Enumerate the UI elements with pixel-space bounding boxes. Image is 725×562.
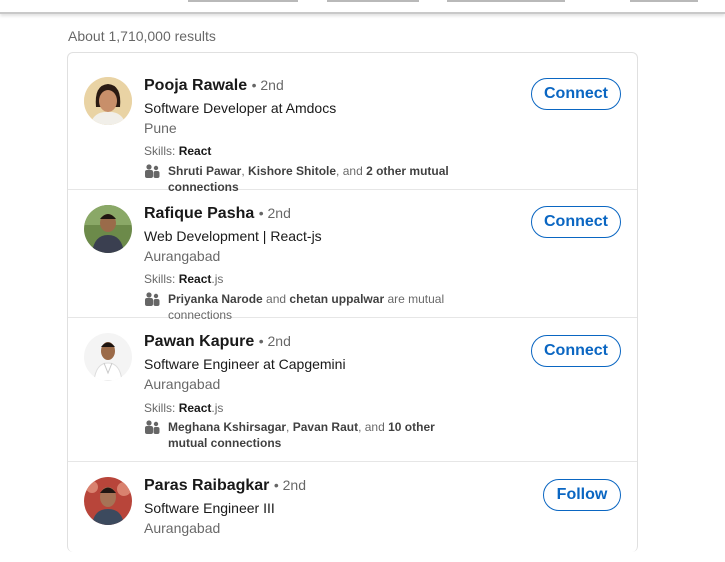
connect-button[interactable]: Connect [531, 206, 621, 238]
person-headline: Software Engineer III [144, 500, 275, 516]
person-name-text[interactable]: Pooja Rawale [144, 77, 247, 94]
mutual-name[interactable]: chetan uppalwar [289, 292, 384, 306]
person-headline: Software Engineer at Capgemini [144, 356, 346, 372]
person-name-text[interactable]: Pawan Kapure [144, 333, 254, 350]
connection-degree: • 2nd [258, 205, 291, 221]
nav-tab-underline [630, 0, 698, 2]
person-skills: Skills: React.js [144, 272, 223, 286]
person-skills: Skills: React [144, 144, 211, 158]
person-location: Aurangabad [144, 376, 221, 392]
skill-suffix: .js [211, 272, 224, 286]
mutual-name[interactable]: Kishore Shitole [248, 164, 336, 178]
connection-degree: • 2nd [258, 333, 291, 349]
avatar[interactable] [84, 77, 132, 125]
mutual-name[interactable]: Priyanka Narode [168, 292, 263, 306]
person-name[interactable]: Pooja Rawale • 2nd [144, 77, 284, 95]
search-results-card: Pooja Rawale • 2nd Software Developer at… [67, 52, 638, 552]
connect-button[interactable]: Connect [531, 335, 621, 367]
person-skills: Skills: React.js [144, 401, 223, 415]
connection-degree: • 2nd [251, 77, 284, 93]
connection-degree: • 2nd [273, 477, 307, 493]
avatar[interactable] [84, 333, 132, 381]
person-location: Pune [144, 120, 177, 136]
mutual-name[interactable]: Pavan Raut [293, 420, 358, 434]
avatar[interactable] [84, 205, 132, 253]
mutual-sep: , and [336, 164, 367, 178]
result-row: Paras Raibagkar • 2nd Software Engineer … [68, 462, 637, 562]
mutual-name[interactable]: Shruti Pawar [168, 164, 241, 178]
nav-tab-underline [327, 0, 419, 2]
person-name[interactable]: Rafique Pasha • 2nd [144, 205, 291, 223]
mutual-name[interactable]: Meghana Kshirsagar [168, 420, 286, 434]
person-name[interactable]: Pawan Kapure • 2nd [144, 333, 291, 351]
person-name[interactable]: Paras Raibagkar • 2nd [144, 477, 306, 495]
top-nav-bar [0, 0, 725, 14]
person-location: Aurangabad [144, 520, 221, 536]
skill-suffix: .js [211, 401, 224, 415]
result-row: Pawan Kapure • 2nd Software Engineer at … [68, 318, 637, 462]
mutual-sep: , [286, 420, 293, 434]
avatar[interactable] [84, 477, 132, 525]
mutual-sep: , and [358, 420, 389, 434]
mutual-connections[interactable]: Meghana Kshirsagar, Pavan Raut, and 10 o… [144, 419, 464, 451]
person-headline: Software Developer at Amdocs [144, 100, 337, 116]
connect-button[interactable]: Connect [531, 78, 621, 110]
skills-label: Skills: [144, 144, 176, 158]
skills-label: Skills: [144, 272, 176, 286]
follow-button[interactable]: Follow [543, 479, 621, 511]
people-icon [145, 292, 160, 306]
people-icon [145, 420, 160, 434]
skill-highlight: React [178, 401, 212, 415]
nav-tab-underline [447, 0, 565, 2]
person-name-text[interactable]: Paras Raibagkar [144, 477, 269, 494]
skills-label: Skills: [144, 401, 176, 415]
person-location: Aurangabad [144, 248, 221, 264]
mutual-sep: and [262, 292, 290, 306]
results-count: About 1,710,000 results [68, 28, 216, 44]
skill-highlight: React [178, 272, 212, 286]
people-icon [145, 164, 160, 178]
person-headline: Web Development | React-js [144, 228, 322, 244]
nav-tab-underline [188, 0, 298, 2]
result-row: Rafique Pasha • 2nd Web Development | Re… [68, 190, 637, 322]
skill-highlight: React [178, 144, 212, 158]
person-name-text[interactable]: Rafique Pasha [144, 205, 254, 222]
result-row: Pooja Rawale • 2nd Software Developer at… [68, 53, 637, 194]
